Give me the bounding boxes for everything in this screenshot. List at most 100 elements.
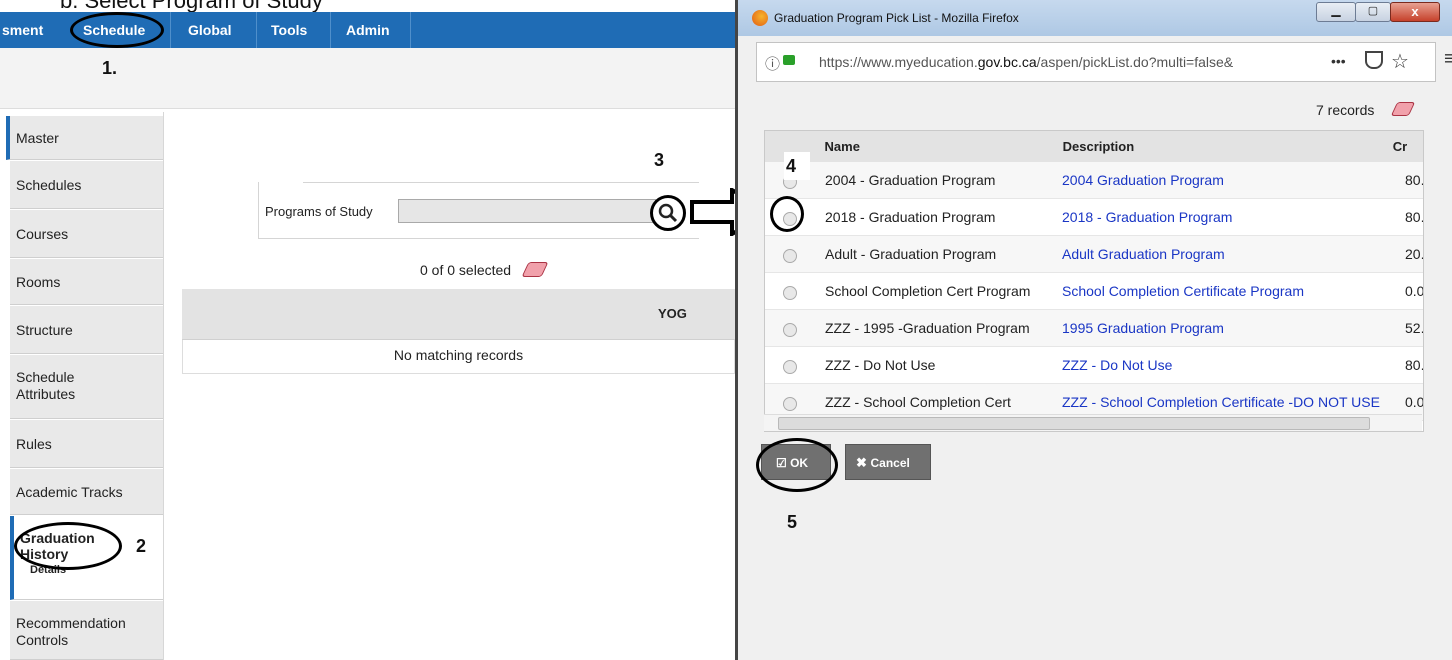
sidebar-label: Schedules [16,177,82,193]
row-description-link[interactable]: Adult Graduation Program [1062,246,1225,262]
horizontal-scrollbar[interactable] [764,414,1422,431]
sidebar-item-recommendation-controls[interactable]: Recommendation Controls [10,601,163,660]
sidebar-label: Structure [16,322,73,338]
url-domain: gov.bc.ca [977,54,1037,70]
sidebar-item-rooms[interactable]: Rooms [10,259,163,305]
x-icon: ✖ [856,455,871,470]
results-body: No matching records [182,340,735,374]
picklist-table-wrap: Name Description Cr 2004 - Graduation Pr… [764,130,1424,432]
lock-icon [783,55,795,65]
pocket-icon[interactable] [1365,51,1383,69]
row-created: 52. [1405,320,1424,336]
table-row[interactable]: 2004 - Graduation Program 2004 Graduation… [765,162,1423,199]
sidebar-item-schedule-attributes[interactable]: Schedule Attributes [10,355,163,419]
nav-assessment[interactable]: sment [2,12,43,48]
page-actions-icon[interactable]: ••• [1331,53,1346,69]
url-text[interactable]: https://www.myeducation.gov.bc.ca/aspen/… [819,54,1233,70]
row-description-link[interactable]: 2018 - Graduation Program [1062,209,1232,225]
url-bar[interactable]: ⓘ https://www.myeducation.gov.bc.ca/aspe… [756,42,1436,82]
nav-admin[interactable]: Admin [346,12,390,48]
search-icon[interactable] [650,195,686,231]
row-name: 2004 - Graduation Program [825,172,996,188]
table-row[interactable]: ZZZ - Do Not Use ZZZ - Do Not Use 80. [765,347,1423,384]
info-icon[interactable]: ⓘ [765,53,780,74]
url-suffix: /aspen/pickList.do?multi=false& [1036,54,1234,70]
row-created: 0.0 [1405,283,1424,299]
header-created[interactable]: Cr [1384,131,1423,162]
dialog-title: Graduation Program Pick List - Mozilla F… [774,11,1019,25]
row-name: 2018 - Graduation Program [825,209,996,225]
maximize-button[interactable]: ▢ [1355,2,1391,22]
url-prefix: https://www.myeducation. [819,54,978,70]
sidebar-item-structure[interactable]: Structure [10,306,163,354]
row-name: ZZZ - Do Not Use [825,357,936,373]
dialog-titlebar: Graduation Program Pick List - Mozilla F… [738,0,1452,36]
sidebar-label: Courses [16,226,69,242]
picklist-table: Name Description Cr [765,131,1423,162]
sidebar-label: Schedule Attributes [16,369,76,402]
annotation-circle-1 [70,12,164,48]
close-icon[interactable]: x [1390,2,1440,22]
sidebar-item-courses[interactable]: Courses [10,210,163,258]
row-created: 20. [1405,246,1424,262]
records-count: 7 records [1316,102,1375,118]
radio-button[interactable] [783,397,797,411]
header-name[interactable]: Name [814,131,1053,162]
sidebar-item-schedules[interactable]: Schedules [10,161,163,209]
radio-button[interactable] [783,360,797,374]
selected-count: 0 of 0 selected [420,262,512,278]
row-name: ZZZ - School Completion Cert [825,394,1011,410]
row-description-link[interactable]: 2004 Graduation Program [1062,172,1224,188]
sidebar-label: Master [16,130,59,146]
sidebar-item-rules[interactable]: Rules [10,420,163,468]
table-row[interactable]: School Completion Cert Program School Com… [765,273,1423,310]
table-row[interactable]: ZZZ - 1995 -Graduation Program 1995 Gradu… [765,310,1423,347]
row-name: Adult - Graduation Program [825,246,997,262]
table-row[interactable]: Adult - Graduation Program Adult Graduati… [765,236,1423,273]
annotation-4: 4 [786,156,797,176]
sidebar-label: Recommendation Controls [16,615,126,648]
radio-button[interactable] [783,323,797,337]
sidebar-label: Academic Tracks [16,484,123,500]
annotation-1: 1. [102,58,118,78]
scrollbar-thumb[interactable] [778,417,1370,430]
programs-of-study-input[interactable] [398,199,656,223]
results-header-row: YOG [182,289,735,340]
header-description[interactable]: Description [1052,131,1385,162]
table-row[interactable]: 2018 - Graduation Program 2018 - Graduati… [765,199,1423,236]
row-name: School Completion Cert Program [825,283,1031,299]
table-rows: 2004 - Graduation Program 2004 Graduation… [765,162,1423,421]
row-created: 80. [1405,172,1424,188]
menu-icon[interactable]: ≡ [1444,48,1452,71]
column-yog[interactable]: YOG [658,306,687,321]
row-name: ZZZ - 1995 -Graduation Program [825,320,1030,336]
nav-global[interactable]: Global [188,12,232,48]
sidebar: Master Schedules Courses Rooms Structure… [0,112,163,660]
annotation-circle-5 [756,438,838,492]
table-header: Name Description Cr [765,131,1423,162]
radio-button[interactable] [783,286,797,300]
row-description-link[interactable]: 1995 Graduation Program [1062,320,1224,336]
cancel-label: Cancel [870,456,910,470]
no-records-text: No matching records [393,347,524,363]
sidebar-item-master[interactable]: Master [6,116,163,160]
minimize-button[interactable]: ▁ [1316,2,1356,22]
radio-button[interactable] [783,249,797,263]
cancel-button[interactable]: ✖ Cancel [845,444,931,480]
firefox-icon [752,10,768,26]
annotation-circle-2 [14,522,122,570]
annotation-3: 3 [654,150,665,170]
annotation-2: 2 [136,536,147,556]
row-created: 0.0 [1405,394,1424,410]
row-description-link[interactable]: ZZZ - Do Not Use [1062,357,1172,373]
sidebar-label: Rooms [16,274,61,290]
row-created: 80. [1405,357,1424,373]
nav-tools[interactable]: Tools [271,12,307,48]
sidebar-label: Rules [16,436,52,452]
row-description-link[interactable]: ZZZ - School Completion Certificate -DO … [1062,394,1380,410]
annotation-5: 5 [787,512,798,532]
sidebar-item-academic-tracks[interactable]: Academic Tracks [10,469,163,515]
row-created: 80. [1405,209,1424,225]
row-description-link[interactable]: School Completion Certificate Program [1062,283,1304,299]
bookmark-star-icon[interactable]: ☆ [1391,49,1409,74]
